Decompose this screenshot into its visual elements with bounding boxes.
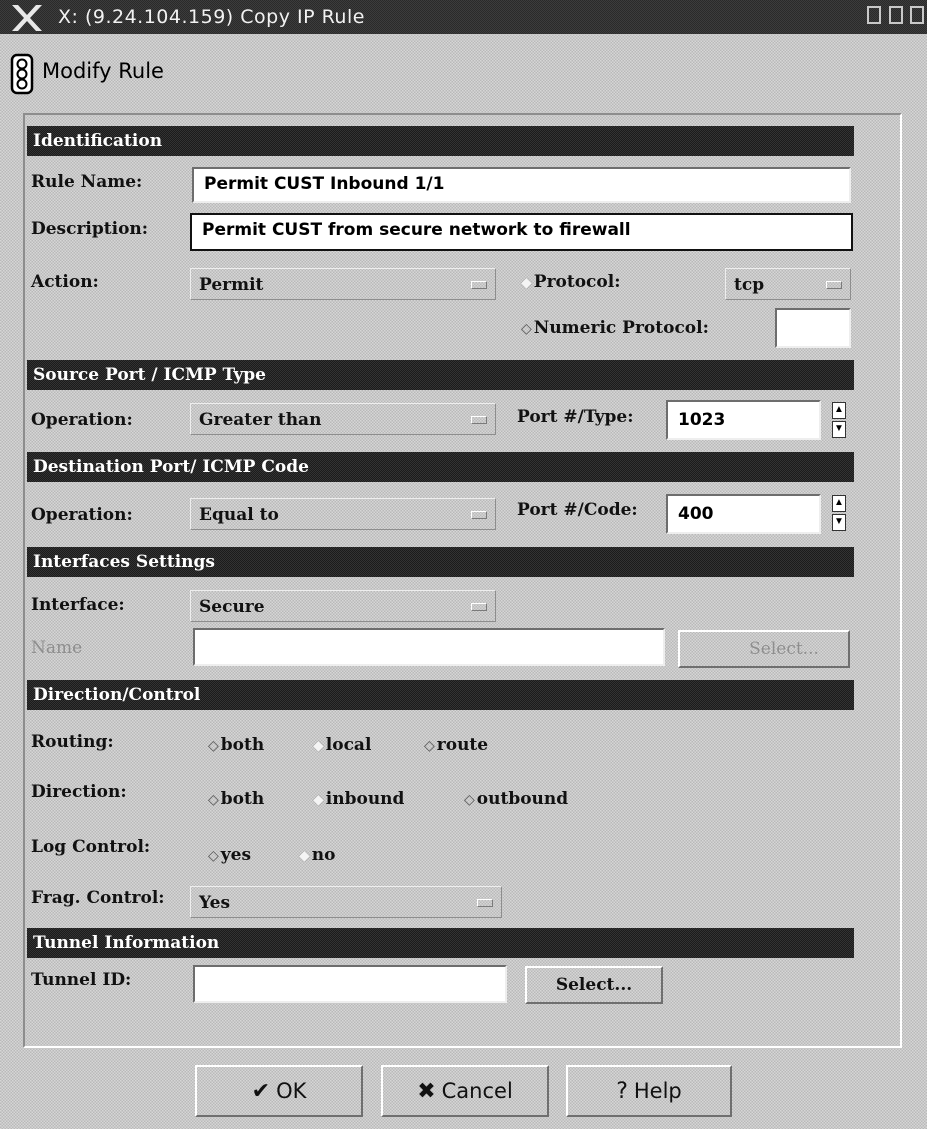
dest-operation-value: Equal to (199, 505, 279, 525)
spin-down-icon[interactable]: ▼ (832, 514, 846, 531)
cancel-button[interactable]: ✖ Cancel (381, 1065, 549, 1117)
option-menu-indicator-icon (471, 511, 487, 519)
protocol-option-menu[interactable]: tcp (725, 268, 851, 300)
log-yes-radio[interactable]: ◇ yes (208, 845, 251, 865)
interface-name-label: Name (31, 638, 83, 658)
tunnel-select-button[interactable]: Select... (525, 966, 663, 1004)
maximize-button[interactable] (889, 6, 903, 24)
source-port-spinner[interactable]: ▲ ▼ (832, 402, 846, 438)
section-header-identification: Identification (27, 126, 854, 156)
routing-label: Routing: (31, 732, 114, 752)
x-logo-icon[interactable] (10, 3, 44, 33)
protocol-radio[interactable]: ◆ Protocol: (521, 272, 620, 292)
ok-button[interactable]: ✔ OK (195, 1065, 363, 1117)
routing-local-radio[interactable]: ◆ local (313, 735, 371, 755)
interface-label: Interface: (31, 595, 125, 615)
dest-port-field[interactable]: 400 (666, 494, 821, 534)
checkmark-icon: ✔ (251, 1079, 271, 1104)
dest-port-label: Port #/Code: (517, 500, 638, 520)
option-menu-indicator-icon (477, 899, 493, 907)
section-header-source-port: Source Port / ICMP Type (27, 360, 854, 390)
dest-operation-option-menu[interactable]: Equal to (190, 498, 496, 530)
radio-unselected-icon: ◇ (208, 738, 219, 754)
spin-up-icon[interactable]: ▲ (832, 495, 846, 512)
log-no-radio[interactable]: ◆ no (299, 845, 335, 865)
source-operation-label: Operation: (31, 410, 133, 430)
dialog-heading: Modify Rule (42, 59, 164, 83)
direction-label: Direction: (31, 782, 127, 802)
option-menu-indicator-icon (471, 416, 487, 424)
source-port-label: Port #/Type: (517, 407, 634, 427)
interface-select-button[interactable]: Select... (678, 630, 850, 668)
radio-unselected-icon: ◇ (424, 738, 435, 754)
spin-up-icon[interactable]: ▲ (832, 402, 846, 419)
action-label: Action: (31, 272, 99, 292)
source-operation-value: Greater than (199, 410, 322, 430)
radio-selected-icon: ◆ (313, 792, 324, 808)
option-menu-indicator-icon (471, 603, 487, 611)
title-bar: X: (9.24.104.159) Copy IP Rule (0, 0, 927, 34)
description-field[interactable]: Permit CUST from secure network to firew… (190, 213, 853, 251)
numeric-protocol-radio[interactable]: ◇ Numeric Protocol: (521, 318, 709, 338)
routing-both-radio[interactable]: ◇ both (208, 735, 264, 755)
rule-name-label: Rule Name: (31, 172, 143, 192)
direction-outbound-radio[interactable]: ◇ outbound (464, 789, 568, 809)
description-label: Description: (31, 219, 149, 239)
tunnel-id-field[interactable] (193, 965, 507, 1003)
frag-control-option-menu[interactable]: Yes (190, 886, 502, 918)
spin-down-icon[interactable]: ▼ (832, 421, 846, 438)
log-control-label: Log Control: (31, 837, 151, 857)
radio-selected-icon: ◆ (299, 848, 310, 864)
interface-option-menu[interactable]: Secure (190, 590, 496, 622)
frag-control-label: Frag. Control: (31, 888, 165, 908)
action-option-menu[interactable]: Permit (190, 268, 496, 300)
option-menu-indicator-icon (471, 281, 487, 289)
radio-unselected-icon: ◇ (464, 792, 475, 808)
section-header-interfaces: Interfaces Settings (27, 547, 854, 577)
help-button[interactable]: ? Help (566, 1065, 732, 1117)
radio-selected-icon: ◆ (521, 275, 532, 291)
question-mark-icon: ? (616, 1079, 628, 1104)
direction-both-radio[interactable]: ◇ both (208, 789, 264, 809)
source-port-field[interactable]: 1023 (666, 400, 821, 440)
interface-name-field[interactable] (193, 628, 665, 666)
section-header-destination-port: Destination Port/ ICMP Code (27, 452, 854, 482)
numeric-protocol-field[interactable] (775, 308, 851, 348)
close-x-icon: ✖ (417, 1079, 436, 1104)
dest-operation-label: Operation: (31, 505, 133, 525)
rule-name-field[interactable]: Permit CUST Inbound 1/1 (192, 167, 851, 203)
source-operation-option-menu[interactable]: Greater than (190, 403, 496, 435)
frag-control-value: Yes (199, 893, 231, 913)
window-title: X: (9.24.104.159) Copy IP Rule (58, 6, 365, 28)
traffic-light-icon (10, 53, 34, 95)
protocol-value: tcp (734, 275, 765, 295)
dest-port-spinner[interactable]: ▲ ▼ (832, 495, 846, 531)
radio-selected-icon: ◆ (313, 738, 324, 754)
option-menu-indicator-icon (826, 281, 842, 289)
direction-inbound-radio[interactable]: ◆ inbound (313, 789, 404, 809)
radio-unselected-icon: ◇ (521, 321, 532, 337)
section-header-direction-control: Direction/Control (27, 680, 854, 710)
tunnel-id-label: Tunnel ID: (31, 970, 132, 990)
action-value: Permit (199, 275, 264, 295)
radio-unselected-icon: ◇ (208, 792, 219, 808)
close-button[interactable] (910, 6, 924, 24)
routing-route-radio[interactable]: ◇ route (424, 735, 488, 755)
minimize-button[interactable] (867, 6, 881, 24)
interface-value: Secure (199, 597, 265, 617)
section-header-tunnel: Tunnel Information (27, 928, 854, 958)
radio-unselected-icon: ◇ (208, 848, 219, 864)
